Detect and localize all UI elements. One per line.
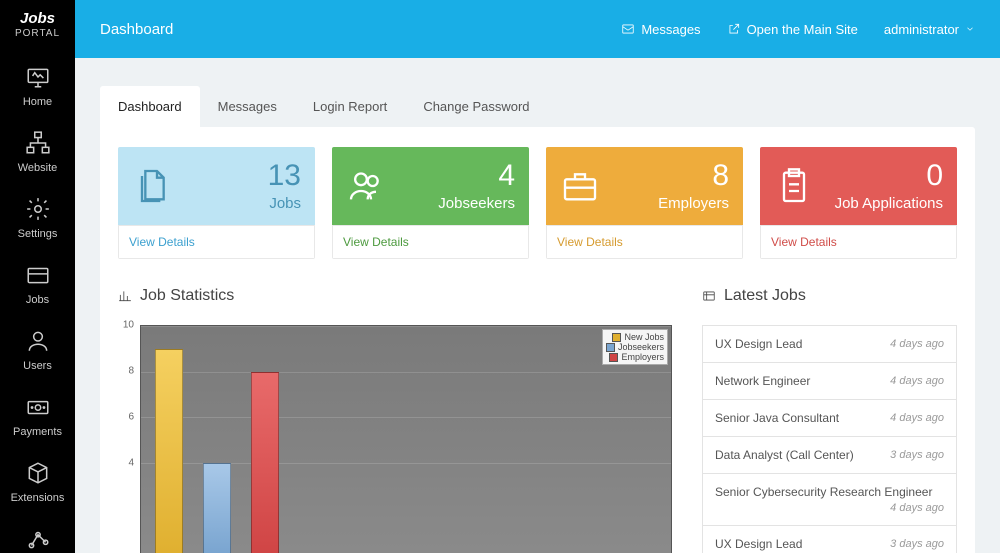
nav-home[interactable]: Home xyxy=(0,53,75,119)
card-applications: 0Job Applications View Details xyxy=(760,147,957,259)
card-jobs: 13Jobs View Details xyxy=(118,147,315,259)
sitemap-icon xyxy=(25,130,51,156)
job-title: UX Design Lead xyxy=(715,337,802,351)
latest-jobs-section: Latest Jobs UX Design Lead4 days agoNetw… xyxy=(702,287,957,553)
card-applications-details[interactable]: View Details xyxy=(760,225,957,259)
job-time: 4 days ago xyxy=(890,502,944,514)
share-icon xyxy=(25,526,51,552)
jobs-list: UX Design Lead4 days agoNetwork Engineer… xyxy=(702,325,957,553)
nav-payments[interactable]: Payments xyxy=(0,383,75,449)
gear-icon xyxy=(25,196,51,222)
latest-jobs-title: Latest Jobs xyxy=(702,287,957,305)
job-time: 3 days ago xyxy=(890,449,944,461)
topbar-user-menu[interactable]: administrator xyxy=(884,22,975,37)
chart-bar xyxy=(251,372,279,553)
external-icon xyxy=(727,22,741,36)
chart-title: Job Statistics xyxy=(118,287,672,305)
chart: 10864 New JobsJobseekersEmployers xyxy=(118,325,672,553)
job-time: 4 days ago xyxy=(890,338,944,350)
topbar: Dashboard Messages Open the Main Site ad… xyxy=(75,0,1000,58)
main: Dashboard Messages Open the Main Site ad… xyxy=(75,0,1000,553)
chart-bar xyxy=(155,349,183,553)
job-title: UX Design Lead xyxy=(715,537,802,551)
tab-messages[interactable]: Messages xyxy=(200,86,295,127)
brand-title: Jobs xyxy=(0,10,75,27)
nav-users[interactable]: Users xyxy=(0,317,75,383)
card-icon xyxy=(25,262,51,288)
job-time: 3 days ago xyxy=(890,538,944,550)
box-icon xyxy=(25,460,51,486)
nav-jobs[interactable]: Jobs xyxy=(0,251,75,317)
job-row[interactable]: Senior Cybersecurity Research Engineer 4 … xyxy=(702,474,957,526)
message-icon xyxy=(621,22,635,36)
topbar-open-site[interactable]: Open the Main Site xyxy=(727,22,858,37)
nav-more[interactable] xyxy=(0,515,75,552)
monitor-icon xyxy=(25,64,51,90)
job-title: Data Analyst (Call Center) xyxy=(715,448,854,462)
tab-change-password[interactable]: Change Password xyxy=(405,86,547,127)
content: Dashboard Messages Login Report Change P… xyxy=(75,58,1000,553)
job-row[interactable]: Data Analyst (Call Center) 3 days ago xyxy=(702,437,957,474)
chevron-down-icon xyxy=(965,24,975,34)
panel: 13Jobs View Details 4Jobseekers View Det… xyxy=(100,127,975,553)
brand-subtitle: PORTAL xyxy=(0,28,75,39)
job-row[interactable]: UX Design Lead 3 days ago xyxy=(702,526,957,553)
users-icon xyxy=(346,166,386,206)
briefcase-icon xyxy=(560,166,600,206)
job-title: Senior Cybersecurity Research Engineer xyxy=(715,485,932,499)
bar-chart-icon xyxy=(118,289,132,303)
job-time: 4 days ago xyxy=(890,375,944,387)
job-title: Senior Java Consultant xyxy=(715,411,839,425)
card-employers: 8Employers View Details xyxy=(546,147,743,259)
nav-settings[interactable]: Settings xyxy=(0,185,75,251)
tab-dashboard[interactable]: Dashboard xyxy=(100,86,200,127)
topbar-messages[interactable]: Messages xyxy=(621,22,700,37)
chart-section: Job Statistics 10864 New JobsJobseekersE… xyxy=(118,287,672,553)
job-title: Network Engineer xyxy=(715,374,810,388)
job-time: 4 days ago xyxy=(890,412,944,424)
job-row[interactable]: Senior Java Consultant 4 days ago xyxy=(702,400,957,437)
nav-website[interactable]: Website xyxy=(0,119,75,185)
nav-extensions[interactable]: Extensions xyxy=(0,449,75,515)
stat-cards: 13Jobs View Details 4Jobseekers View Det… xyxy=(118,147,957,259)
document-icon xyxy=(132,166,172,206)
card-jobs-details[interactable]: View Details xyxy=(118,225,315,259)
money-icon xyxy=(25,394,51,420)
clipboard-icon xyxy=(774,166,814,206)
tab-login-report[interactable]: Login Report xyxy=(295,86,405,127)
sidebar: Jobs PORTAL Home Website Settings Jobs U… xyxy=(0,0,75,553)
brand: Jobs PORTAL xyxy=(0,0,75,53)
card-employers-details[interactable]: View Details xyxy=(546,225,743,259)
card-jobseekers: 4Jobseekers View Details xyxy=(332,147,529,259)
job-row[interactable]: UX Design Lead 4 days ago xyxy=(702,325,957,363)
chart-bar xyxy=(203,463,231,553)
tabs: Dashboard Messages Login Report Change P… xyxy=(100,86,975,127)
list-icon xyxy=(702,289,716,303)
card-jobseekers-details[interactable]: View Details xyxy=(332,225,529,259)
user-icon xyxy=(25,328,51,354)
job-row[interactable]: Network Engineer 4 days ago xyxy=(702,363,957,400)
page-title: Dashboard xyxy=(100,21,173,38)
